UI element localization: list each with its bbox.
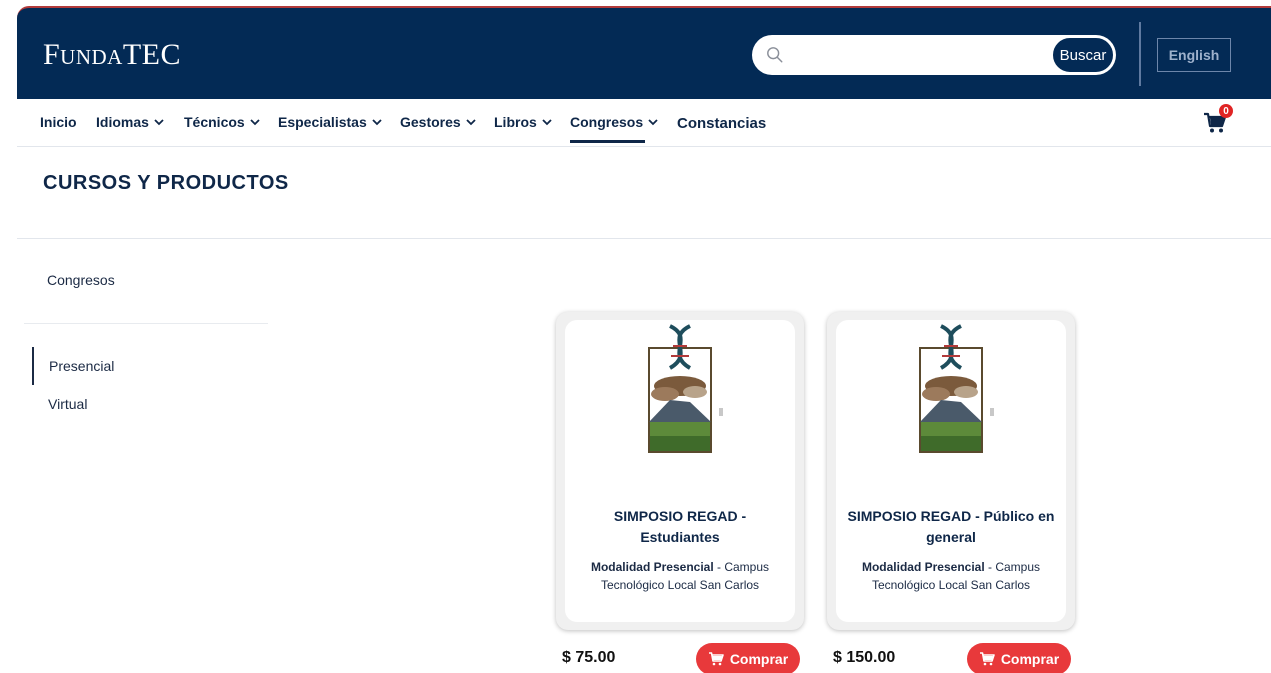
nav-item-label: Constancias [677, 115, 767, 132]
page-title: CURSOS Y PRODUCTOS [43, 172, 289, 194]
product-price: $ 150.00 [833, 649, 896, 666]
search-bar: Buscar [752, 35, 1116, 75]
product-modality: Modalidad Presencial [861, 560, 985, 574]
product-price: $ 75.00 [562, 649, 616, 666]
buy-button-label: Comprar [1000, 651, 1060, 667]
chevron-down-icon [648, 119, 658, 126]
sidebar-heading[interactable]: Congresos [47, 272, 115, 288]
nav-item-gestores[interactable]: Gestores [400, 114, 477, 130]
logo[interactable]: FundaTEC [43, 38, 181, 72]
product-card-body: SIMPOSIO REGAD - Estudiantes Modalidad P… [565, 320, 795, 622]
product-modality: Modalidad Presencial [590, 560, 714, 574]
chevron-down-icon [154, 119, 164, 126]
nav-item-label: Congresos [570, 114, 644, 130]
nav-item-especialistas[interactable]: Especialistas [278, 114, 383, 130]
nav-active-indicator [570, 140, 645, 143]
nav-item-label: Libros [494, 114, 537, 130]
nav-item-label: Gestores [400, 114, 461, 130]
nav-item-label: Idiomas [96, 114, 149, 130]
header-divider [1139, 22, 1141, 86]
buy-button[interactable]: Comprar [967, 643, 1071, 673]
search-input[interactable] [792, 41, 1042, 69]
language-button[interactable]: English [1157, 38, 1231, 72]
shopping-cart-icon [708, 652, 724, 666]
nav-item-label: Especialistas [278, 114, 367, 130]
nav-item-tecnicos[interactable]: Técnicos [184, 114, 261, 130]
search-button[interactable]: Buscar [1052, 37, 1114, 73]
chevron-down-icon [542, 119, 552, 126]
nav-item-constancias[interactable]: Constancias [677, 115, 766, 132]
product-description: Modalidad Presencial - Campus Tecnológic… [573, 558, 787, 594]
sidebar-divider [24, 323, 268, 324]
product-title: SIMPOSIO REGAD - Estudiantes [613, 508, 747, 545]
product-card[interactable]: SIMPOSIO REGAD - Público en general Moda… [827, 312, 1075, 630]
congress-logo-image [648, 324, 723, 453]
sidebar-active-indicator [32, 347, 34, 385]
buy-button[interactable]: Comprar [696, 643, 800, 673]
nav-item-inicio[interactable]: Inicio [40, 114, 77, 130]
buy-button-label: Comprar [729, 651, 789, 667]
product-card[interactable]: SIMPOSIO REGAD - Estudiantes Modalidad P… [556, 312, 804, 630]
sidebar-item-virtual[interactable]: Virtual [48, 396, 87, 412]
site-header: FundaTEC Buscar English [17, 6, 1271, 99]
chevron-down-icon [372, 119, 382, 126]
congress-logo-image [919, 324, 994, 453]
product-description: Modalidad Presencial - Campus Tecnológic… [844, 558, 1058, 594]
nav-item-idiomas[interactable]: Idiomas [96, 114, 165, 130]
nav-item-libros[interactable]: Libros [494, 114, 553, 130]
main-nav: Inicio Idiomas Técnicos Especialistas Ge… [17, 99, 1271, 147]
shopping-cart-icon [979, 652, 995, 666]
nav-item-label: Técnicos [184, 114, 245, 130]
chevron-down-icon [250, 119, 260, 126]
search-icon [767, 47, 783, 63]
cart-count-badge: 0 [1219, 104, 1233, 118]
product-title: SIMPOSIO REGAD - Público en general [847, 508, 1055, 545]
nav-item-congresos[interactable]: Congresos [570, 114, 659, 130]
title-divider [17, 238, 1271, 239]
chevron-down-icon [466, 119, 476, 126]
sidebar-item-presencial[interactable]: Presencial [49, 358, 114, 374]
nav-item-label: Inicio [40, 114, 77, 130]
product-card-body: SIMPOSIO REGAD - Público en general Moda… [836, 320, 1066, 622]
